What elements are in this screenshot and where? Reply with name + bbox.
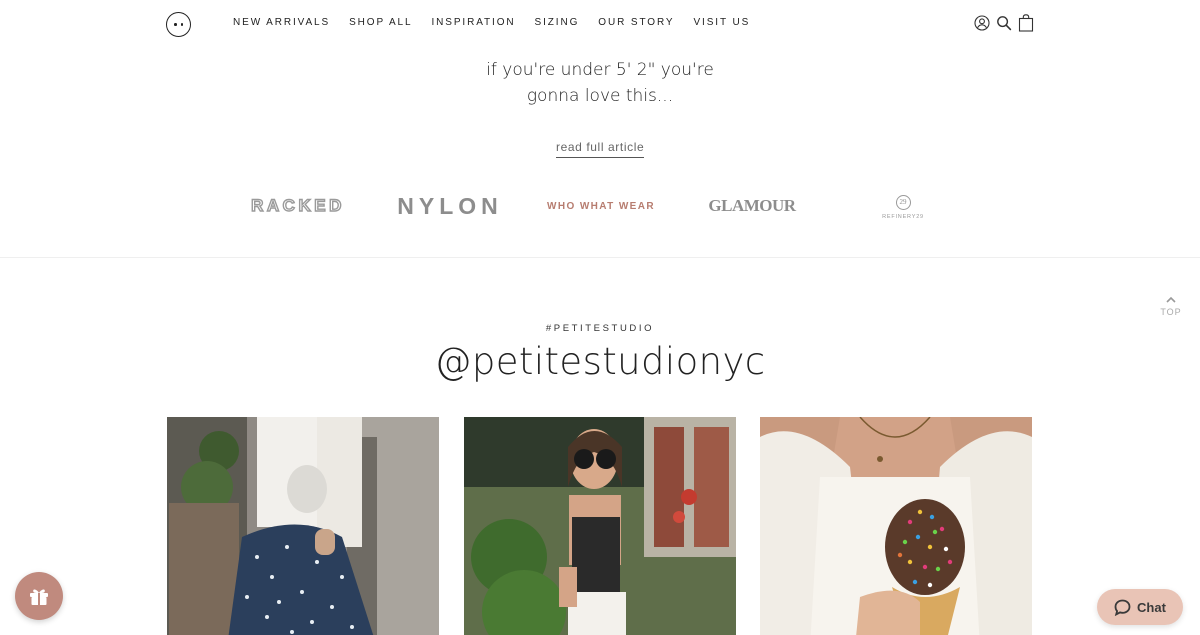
press-logo-glamour[interactable]: GLAMOUR	[708, 190, 796, 222]
nav-item-sizing[interactable]: SIZING	[535, 17, 580, 28]
logo-dots	[174, 23, 183, 26]
brand-logo[interactable]	[166, 12, 191, 37]
nav-item-visit-us[interactable]: VISIT US	[693, 17, 750, 28]
read-full-article-link[interactable]: read full article	[556, 140, 645, 158]
chat-bubble-icon	[1114, 599, 1131, 616]
gift-icon	[30, 589, 48, 605]
press-logo-who-what-wear[interactable]: WHO WHAT WEAR	[547, 190, 654, 222]
refinery29-mark-icon: 29	[895, 194, 911, 210]
back-to-top-button[interactable]: TOP	[1158, 296, 1184, 317]
press-logo-racked[interactable]: RACKED	[250, 190, 346, 222]
press-logo-refinery29[interactable]: 29 REFINERY29	[876, 191, 930, 223]
chat-button[interactable]: Chat	[1097, 589, 1183, 625]
press-quote: if you're under 5' 2" you're gonna love …	[0, 57, 1200, 109]
nav-item-inspiration[interactable]: INSPIRATION	[431, 17, 515, 28]
press-logo-nylon[interactable]: NYLON	[390, 190, 510, 222]
account-icon[interactable]	[974, 15, 990, 31]
instagram-photo-2[interactable]	[464, 417, 736, 635]
search-icon[interactable]	[996, 15, 1012, 31]
nav-item-our-story[interactable]: OUR STORY	[598, 17, 674, 28]
press-quote-line-1: if you're under 5' 2" you're	[486, 60, 714, 80]
header-icons	[974, 14, 1034, 32]
nav-item-new-arrivals[interactable]: NEW ARRIVALS	[233, 17, 330, 28]
nav-item-shop-all[interactable]: SHOP ALL	[349, 17, 412, 28]
site-header: NEW ARRIVALS SHOP ALL INSPIRATION SIZING…	[0, 0, 1200, 48]
section-divider	[0, 257, 1200, 258]
main-nav: NEW ARRIVALS SHOP ALL INSPIRATION SIZING…	[233, 17, 769, 28]
press-quote-line-2: gonna love this...	[526, 86, 674, 106]
refinery29-wordmark: REFINERY29	[882, 213, 924, 220]
chat-label: Chat	[1137, 599, 1166, 615]
rewards-gift-button[interactable]	[15, 572, 63, 620]
chevron-up-icon	[1166, 296, 1176, 303]
back-to-top-label: TOP	[1160, 307, 1182, 317]
instagram-handle[interactable]: @petitestudionyc	[0, 340, 1200, 383]
instagram-photo-3[interactable]	[760, 417, 1032, 635]
instagram-hashtag: #PETITESTUDIO	[545, 323, 655, 334]
instagram-photo-1[interactable]	[167, 417, 439, 635]
cart-icon[interactable]	[1018, 14, 1034, 32]
